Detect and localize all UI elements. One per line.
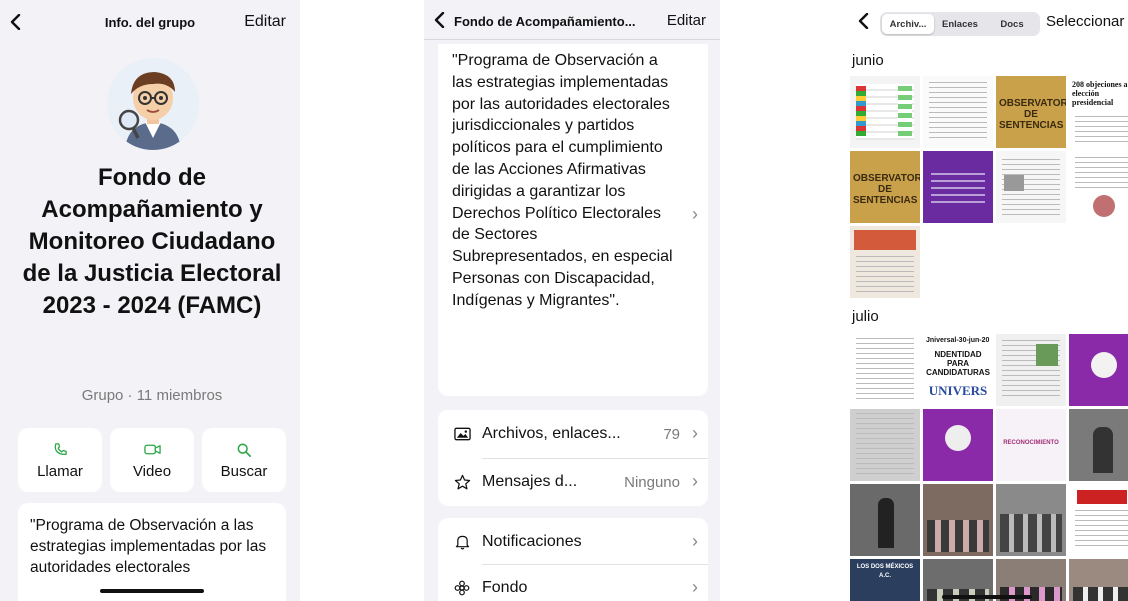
chevron-right-icon: › [692,577,698,597]
media-thumb[interactable] [850,76,920,148]
media-thumb[interactable]: RECONOCIMIENTO [996,409,1066,481]
edit-button[interactable]: Editar [244,13,286,31]
row-label: Mensajes d... [482,473,578,490]
nav-bar: Info. del grupo Editar [0,0,300,44]
group-description-card[interactable]: "Programa de Observación a las estrategi… [18,503,286,601]
nav-bar: Fondo de Acompañamiento... Editar [424,0,720,40]
row-wallpaper[interactable]: Fondo › [438,564,708,601]
media-thumb[interactable] [850,334,920,406]
media-card: Archivos, enlaces... 79 › Mensajes d... … [438,410,708,506]
month-header-june: junio [852,52,884,69]
media-thumb[interactable] [1069,151,1128,223]
chevron-left-icon[interactable] [856,13,872,29]
call-button[interactable]: Llamar [18,428,102,492]
media-thumb[interactable] [1069,484,1128,556]
media-gallery-screen: Archiv... Enlaces Docs Seleccionar junio… [846,0,1128,601]
chevron-right-icon: › [692,423,698,443]
row-value: 79 [663,425,680,443]
star-icon [452,472,472,492]
cartoon-avatar-icon [107,58,199,150]
group-description: "Programa de Observación a las estrategi… [452,52,673,309]
video-label: Video [132,462,172,480]
media-thumb[interactable] [850,484,920,556]
group-actions: Llamar Video Buscar [18,428,286,492]
row-files-links[interactable]: Archivos, enlaces... 79 › [438,410,708,458]
media-thumb[interactable] [923,409,993,481]
media-thumb[interactable] [1069,334,1128,406]
row-value: Ninguno [624,473,680,491]
media-thumb[interactable]: 208 objeciones a la elección presidencia… [1069,76,1128,148]
media-grid-july: Jniversal-30-jun-20 NDENTIDAD PARA CANDI… [850,334,1128,601]
row-label: Fondo [482,579,528,596]
select-button[interactable]: Seleccionar [1046,13,1124,30]
group-info-screen: Info. del grupo Editar Fondo de Acompaña… [0,0,300,601]
segment-docs[interactable]: Docs [986,14,1038,34]
media-thumb[interactable] [923,151,993,223]
video-button[interactable]: Video [110,428,194,492]
media-segmented-control: Archiv... Enlaces Docs [880,12,1040,36]
row-label: Notificaciones [482,533,582,550]
month-header-july: julio [852,308,879,325]
phone-icon [53,441,68,459]
home-indicator[interactable] [942,595,1032,599]
edit-button[interactable]: Editar [667,12,706,29]
media-thumb[interactable] [996,151,1066,223]
row-notifications[interactable]: Notificaciones › [438,518,708,566]
search-icon [237,441,251,459]
search-button[interactable]: Buscar [202,428,286,492]
media-thumb[interactable] [923,484,993,556]
media-thumb[interactable] [996,484,1066,556]
screenshot-collage: Info. del grupo Editar Fondo de Acompaña… [0,0,1128,601]
group-description: "Programa de Observación a las estrategi… [30,517,267,576]
row-label: Archivos, enlaces... [482,425,621,442]
chevron-right-icon: › [692,204,698,224]
media-thumb[interactable]: OBSERVATORIO DE SENTENCIAS [850,151,920,223]
media-thumb[interactable] [1069,559,1128,601]
bell-icon [452,532,472,552]
gallery-top-bar: Archiv... Enlaces Docs Seleccionar [846,0,1128,44]
group-member-count: Grupo · 11 miembros [81,387,223,404]
media-thumb[interactable] [1069,409,1128,481]
media-thumb[interactable]: OBSERVATORIO DE SENTENCIAS [996,76,1066,148]
row-starred-messages[interactable]: Mensajes d... Ninguno › [438,458,708,506]
home-indicator[interactable] [100,589,204,593]
group-description-card[interactable]: "Programa de Observación a las estrategi… [438,44,708,396]
chevron-right-icon: › [692,471,698,491]
media-thumb[interactable] [850,409,920,481]
media-thumb[interactable]: Jniversal-30-jun-20 NDENTIDAD PARA CANDI… [923,334,993,406]
video-icon [143,441,161,459]
search-label: Buscar [220,462,268,480]
media-thumb[interactable]: LOS DOS MÉXICOS A.C. [850,559,920,601]
photo-icon [452,424,472,444]
media-grid-june: OBSERVATORIO DE SENTENCIAS 208 objecione… [850,76,1128,298]
media-thumb[interactable] [850,226,920,298]
media-thumb[interactable] [923,76,993,148]
settings-card: Notificaciones › Fondo › [438,518,708,601]
media-thumb[interactable] [996,334,1066,406]
flower-icon [452,578,472,598]
group-name: Fondo de Acompañamiento y Monitoreo Ciud… [22,164,282,319]
group-info-scrolled-screen: Fondo de Acompañamiento... Editar "Progr… [424,0,720,601]
call-label: Llamar [37,462,83,480]
chevron-left-icon[interactable] [432,12,448,28]
nav-title: Fondo de Acompañamiento... [454,14,636,29]
segment-links[interactable]: Enlaces [934,14,986,34]
segment-media[interactable]: Archiv... [882,14,934,34]
group-avatar[interactable] [107,58,199,150]
chevron-right-icon: › [692,531,698,551]
